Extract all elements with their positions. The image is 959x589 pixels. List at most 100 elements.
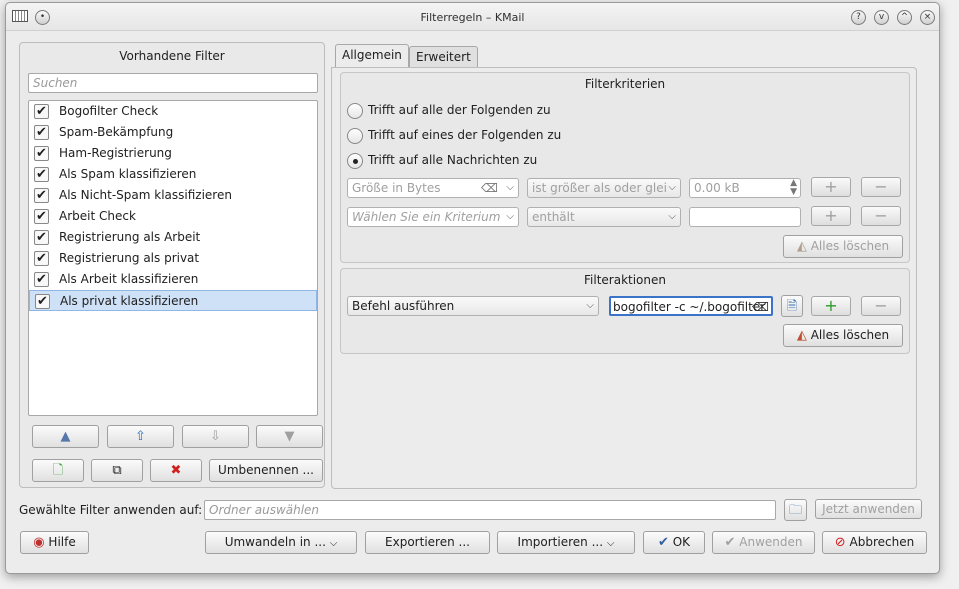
- checkbox-icon[interactable]: ✔: [34, 188, 49, 203]
- radio-match-all-messages[interactable]: Trifft auf alle Nachrichten zu: [347, 151, 537, 169]
- clear-actions-button[interactable]: ◭ Alles löschen: [783, 324, 903, 347]
- new-document-icon: 🗋: [52, 463, 64, 478]
- filter-actions-group: Filteraktionen Befehl ausführen ⌵ bogofi…: [340, 268, 910, 354]
- move-bottom-button[interactable]: ▼: [256, 425, 323, 448]
- convert-to-button[interactable]: Umwandeln in ... ⌵: [205, 531, 357, 554]
- filter-item[interactable]: ✔ Registrierung als privat: [29, 248, 317, 269]
- arrow-up-icon: ⇧: [135, 429, 146, 444]
- filter-list[interactable]: ✔ Bogofilter Check ✔ Spam-Bekämpfung ✔ Ham-…: [28, 100, 318, 416]
- filter-criteria-header: Filterkriterien: [584, 77, 666, 91]
- command-input[interactable]: bogofilter -c ~/.bogofilter ⌫: [609, 296, 773, 316]
- chevron-down-icon: ⌵: [586, 300, 594, 311]
- move-bottom-icon: ▼: [284, 429, 295, 444]
- filter-actions-header: Filteraktionen: [584, 273, 666, 287]
- move-up-button[interactable]: ⇧: [107, 425, 174, 448]
- add-criterion-button-1[interactable]: +: [811, 177, 851, 197]
- checkbox-icon[interactable]: ✔: [34, 167, 49, 182]
- ok-button[interactable]: ✔ OK: [643, 531, 705, 554]
- checkbox-icon[interactable]: ✔: [34, 104, 49, 119]
- maximize-icon[interactable]: ^: [897, 10, 912, 25]
- chevron-down-icon: ⌵: [506, 182, 514, 193]
- filter-item[interactable]: ✔ Arbeit Check: [29, 206, 317, 227]
- rename-filter-button[interactable]: Umbenennen ...: [209, 459, 323, 482]
- tab-general[interactable]: Allgemein: [335, 44, 409, 68]
- move-top-icon: ▲: [60, 429, 71, 444]
- radio-icon[interactable]: [347, 152, 363, 169]
- minus-icon: −: [874, 296, 888, 315]
- criterion-operator-combo-1[interactable]: ist größer als oder glei ⌵: [527, 178, 681, 198]
- copy-filter-button[interactable]: ⧉: [91, 459, 143, 482]
- check-icon: ✔: [657, 535, 669, 550]
- checkbox-icon[interactable]: ✔: [34, 272, 49, 287]
- chevron-down-icon: ⌵: [606, 538, 615, 549]
- checkbox-icon[interactable]: ✔: [34, 230, 49, 245]
- add-criterion-button-2[interactable]: +: [811, 206, 851, 226]
- filter-item-selected[interactable]: ✔ Als privat klassifizieren: [29, 290, 317, 311]
- apply-button[interactable]: ✔ Anwenden: [712, 531, 815, 554]
- window-title: Filterregeln – KMail: [420, 11, 525, 24]
- clear-text-icon[interactable]: ⌫: [481, 179, 498, 197]
- arrow-down-icon: ⇩: [210, 429, 221, 444]
- criterion-field-combo-2[interactable]: Wählen Sie ein Kriterium ⌵: [347, 207, 519, 227]
- import-button[interactable]: Importieren ... ⌵: [497, 531, 635, 554]
- cancel-icon: ⊘: [834, 535, 846, 550]
- move-top-button[interactable]: ▲: [32, 425, 99, 448]
- radio-match-any[interactable]: Trifft auf eines der Folgenden zu: [347, 126, 561, 144]
- minus-icon: −: [874, 177, 888, 196]
- chevron-down-icon: ⌵: [668, 211, 676, 222]
- chevron-down-icon: ⌵: [329, 538, 338, 549]
- checkbox-icon[interactable]: ✔: [34, 209, 49, 224]
- delete-icon: ✖: [170, 463, 182, 478]
- radio-icon[interactable]: [347, 102, 363, 119]
- folder-select-input[interactable]: [204, 500, 776, 520]
- filter-item[interactable]: ✔ Als Arbeit klassifizieren: [29, 269, 317, 290]
- help-button[interactable]: ◉ Hilfe: [20, 531, 89, 554]
- export-button[interactable]: Exportieren ...: [365, 531, 490, 554]
- check-icon: ✔: [724, 535, 736, 550]
- minimize-icon[interactable]: v: [874, 10, 889, 25]
- browse-command-button[interactable]: 🗎: [781, 295, 803, 317]
- remove-criterion-button-2[interactable]: −: [861, 206, 901, 226]
- criterion-value-input-2[interactable]: [689, 207, 801, 227]
- checkbox-icon[interactable]: ✔: [34, 125, 49, 140]
- plus-icon: +: [824, 206, 838, 225]
- remove-action-button[interactable]: −: [861, 296, 901, 316]
- existing-filters-header: Vorhandene Filter: [119, 49, 225, 63]
- action-type-combo[interactable]: Befehl ausführen ⌵: [347, 296, 599, 316]
- filter-item[interactable]: ✔ Als Spam klassifizieren: [29, 164, 317, 185]
- apply-filters-label: Gewählte Filter anwenden auf:: [19, 503, 203, 517]
- criterion-value-spinbox[interactable]: 0.00 kB ▲ ▼: [689, 178, 801, 198]
- existing-filters-panel: Vorhandene Filter ✔Bogofilter Check ✔Spa…: [19, 42, 325, 488]
- clear-text-icon[interactable]: ⌫: [752, 298, 769, 314]
- checkbox-icon[interactable]: ✔: [35, 294, 50, 309]
- browse-folder-button[interactable]: 🗀: [784, 499, 807, 521]
- checkbox-icon[interactable]: ✔: [34, 251, 49, 266]
- folder-icon: 🗀: [788, 503, 802, 518]
- filter-item[interactable]: ✔ Bogofilter Check: [29, 101, 317, 122]
- spin-arrows-icon[interactable]: ▲ ▼: [790, 179, 797, 197]
- criterion-field-combo-1[interactable]: Größe in Bytes ⌫ ⌵: [347, 178, 519, 198]
- clear-icon: ◭: [796, 239, 807, 254]
- criterion-operator-combo-2[interactable]: enthält ⌵: [527, 207, 681, 227]
- cancel-button[interactable]: ⊘ Abbrechen: [822, 531, 927, 554]
- radio-match-all[interactable]: Trifft auf alle der Folgenden zu: [347, 101, 551, 119]
- delete-filter-button[interactable]: ✖: [150, 459, 202, 482]
- radio-icon[interactable]: [347, 127, 363, 144]
- filter-item[interactable]: ✔ Ham-Registrierung: [29, 143, 317, 164]
- clear-criteria-button[interactable]: ◭ Alles löschen: [783, 235, 903, 258]
- checkbox-icon[interactable]: ✔: [34, 146, 49, 161]
- filter-item[interactable]: ✔ Registrierung als Arbeit: [29, 227, 317, 248]
- chevron-down-icon: ⌵: [668, 182, 676, 193]
- apply-now-button[interactable]: Jetzt anwenden: [815, 499, 922, 519]
- new-filter-button[interactable]: 🗋: [32, 459, 84, 482]
- move-down-button[interactable]: ⇩: [182, 425, 249, 448]
- filter-item[interactable]: ✔ Spam-Bekämpfung: [29, 122, 317, 143]
- tab-advanced[interactable]: Erweitert: [409, 46, 478, 68]
- filter-search-input[interactable]: [28, 73, 318, 93]
- close-icon[interactable]: ×: [920, 10, 935, 25]
- filter-item[interactable]: ✔ Als Nicht-Spam klassifizieren: [29, 185, 317, 206]
- help-icon[interactable]: ?: [851, 10, 866, 25]
- add-action-button[interactable]: +: [811, 296, 851, 316]
- remove-criterion-button-1[interactable]: −: [861, 177, 901, 197]
- copy-icon: ⧉: [112, 463, 122, 478]
